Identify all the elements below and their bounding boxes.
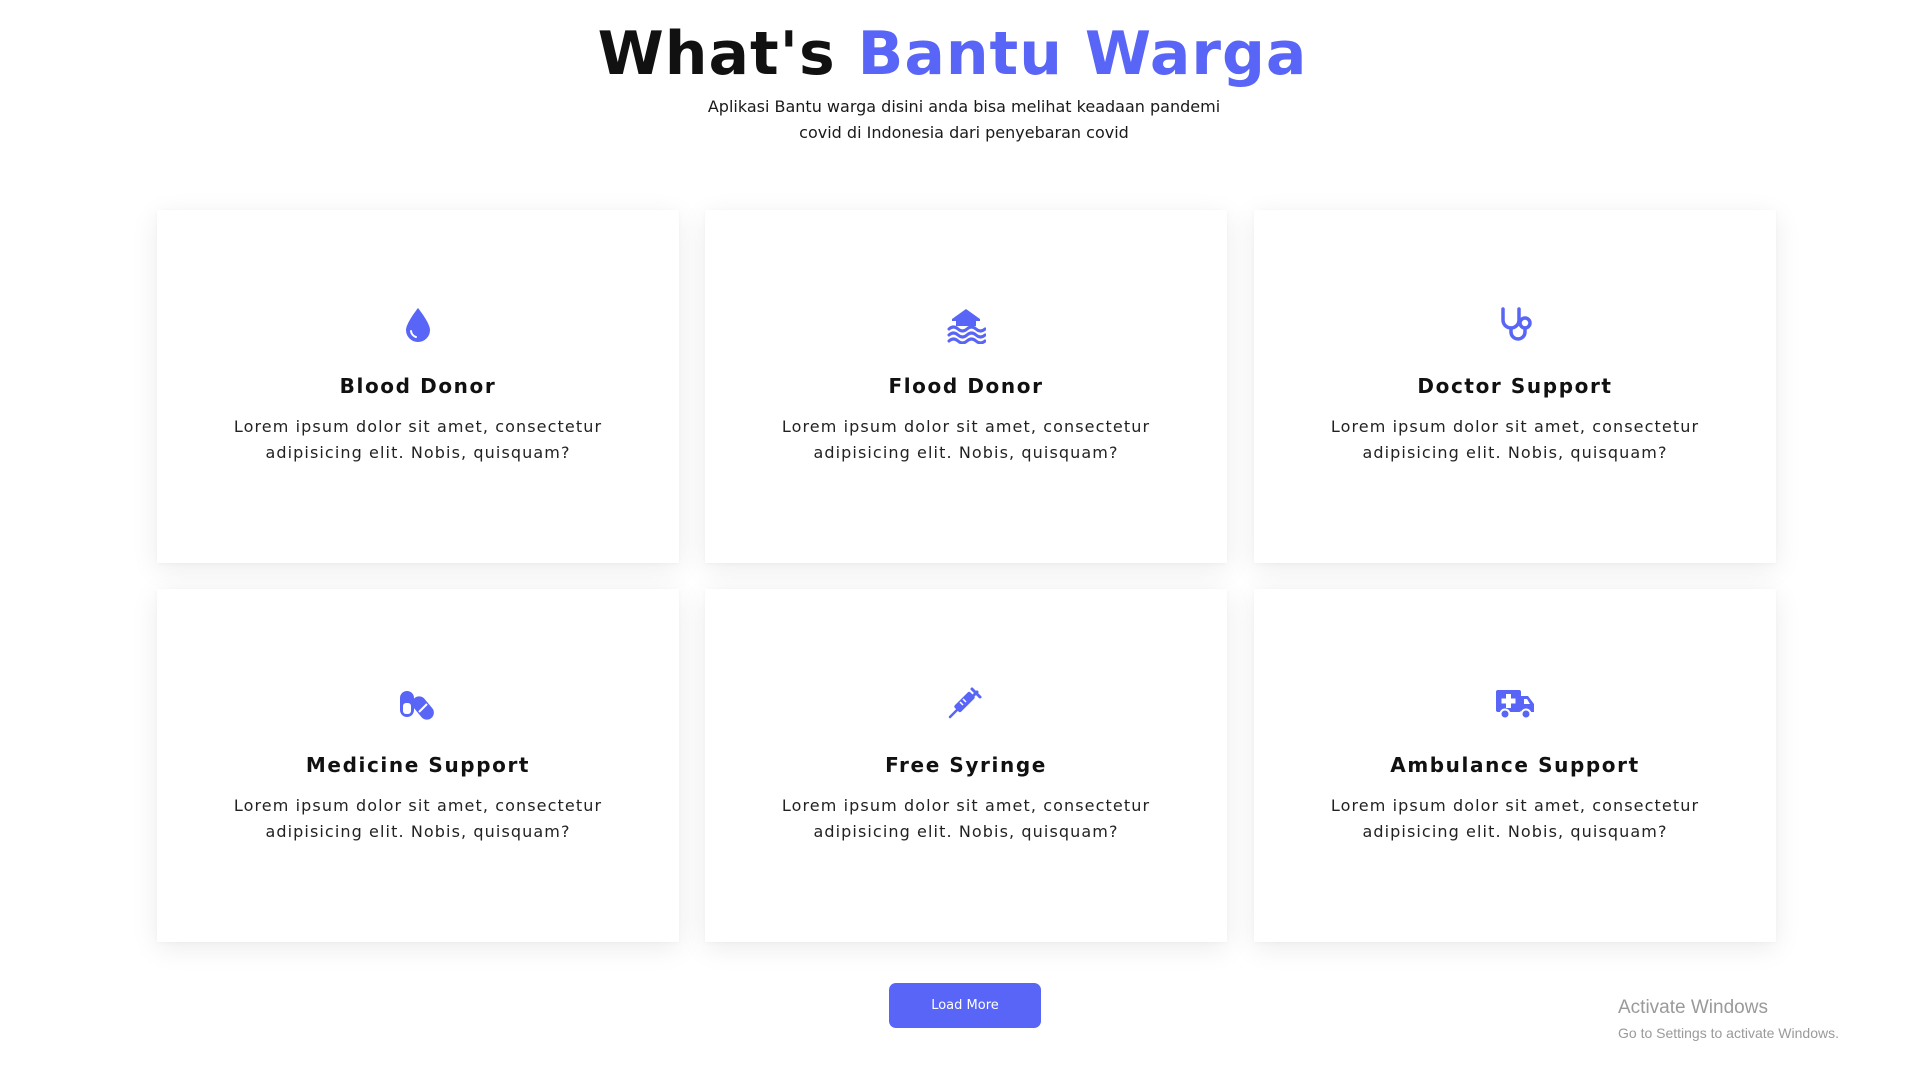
card-title: Medicine Support — [305, 753, 531, 777]
stethoscope-icon — [1495, 304, 1535, 344]
card-description: Lorem ipsum dolor sit amet, consectetur … — [1330, 417, 1700, 462]
card-title: Blood Donor — [339, 374, 497, 398]
card-title: Flood Donor — [888, 374, 1044, 398]
service-card-blood-donor[interactable]: Blood Donor Lorem ipsum dolor sit amet, … — [157, 210, 679, 563]
pills-icon — [398, 683, 438, 723]
syringe-icon — [946, 683, 986, 723]
card-title: Doctor Support — [1417, 374, 1613, 398]
service-card-ambulance-support[interactable]: Ambulance Support Lorem ipsum dolor sit … — [1254, 589, 1776, 942]
page-title: What's Bantu Warga — [0, 18, 1905, 90]
service-card-doctor-support[interactable]: Doctor Support Lorem ipsum dolor sit ame… — [1254, 210, 1776, 563]
ambulance-icon — [1495, 683, 1535, 723]
card-description: Lorem ipsum dolor sit amet, consectetur … — [781, 417, 1151, 462]
flood-house-icon — [946, 304, 986, 344]
card-description: Lorem ipsum dolor sit amet, consectetur … — [781, 796, 1151, 841]
watermark-subtitle: Go to Settings to activate Windows. — [1618, 1025, 1839, 1041]
watermark-title: Activate Windows — [1618, 997, 1768, 1018]
card-description: Lorem ipsum dolor sit amet, consectetur … — [233, 796, 603, 841]
service-card-flood-donor[interactable]: Flood Donor Lorem ipsum dolor sit amet, … — [705, 210, 1227, 563]
page-subtitle: Aplikasi Bantu warga disini anda bisa me… — [707, 97, 1221, 142]
card-title: Free Syringe — [885, 753, 1047, 777]
card-title: Ambulance Support — [1390, 753, 1640, 777]
title-prefix: What's — [597, 19, 836, 89]
title-accent: Bantu Warga — [857, 19, 1308, 89]
card-description: Lorem ipsum dolor sit amet, consectetur … — [233, 417, 603, 462]
service-card-medicine-support[interactable]: Medicine Support Lorem ipsum dolor sit a… — [157, 589, 679, 942]
page: What's Bantu Warga Aplikasi Bantu warga … — [0, 0, 1905, 1083]
blood-drop-icon — [398, 304, 438, 344]
service-card-free-syringe[interactable]: Free Syringe Lorem ipsum dolor sit amet,… — [705, 589, 1227, 942]
card-description: Lorem ipsum dolor sit amet, consectetur … — [1330, 796, 1700, 841]
activate-windows-watermark: Activate Windows Go to Settings to activ… — [1618, 996, 1898, 1043]
load-more-button[interactable]: Load More — [889, 983, 1041, 1028]
